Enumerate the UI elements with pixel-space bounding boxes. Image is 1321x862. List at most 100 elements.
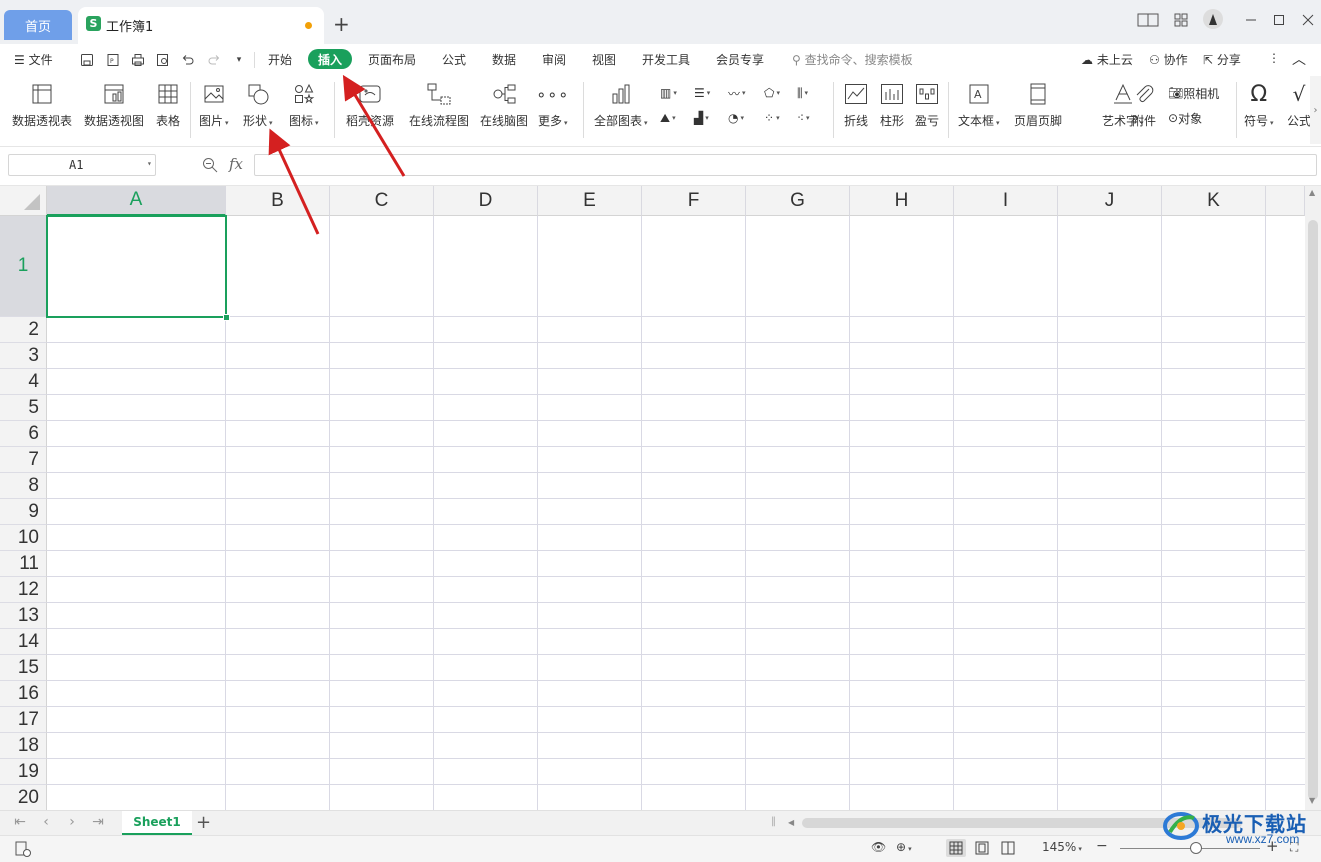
stock-chart-dropdown[interactable]: ⫼ ▾ — [797, 82, 808, 104]
zoom-out-button[interactable]: − — [1096, 838, 1108, 854]
first-sheet-icon[interactable]: ⇤ — [10, 814, 30, 830]
vertical-scroll-thumb[interactable] — [1308, 220, 1318, 800]
row-header-15[interactable]: 15 — [0, 655, 47, 681]
row-header-14[interactable]: 14 — [0, 629, 47, 655]
pie-chart-dropdown[interactable]: ◔ ▾ — [728, 107, 744, 129]
menu-tab-formula[interactable]: 公式 — [442, 51, 466, 68]
formula-insert-button[interactable]: √ 公式 — [1288, 80, 1310, 129]
row-header-1[interactable]: 1 — [0, 216, 47, 317]
quick-access-dropdown-icon[interactable]: ▾ — [230, 51, 248, 69]
column-header-d[interactable]: D — [434, 186, 538, 216]
scatter-chart-dropdown[interactable]: ⁘ ▾ — [764, 107, 780, 129]
fill-handle[interactable] — [223, 314, 230, 321]
row-header-8[interactable]: 8 — [0, 473, 47, 499]
row-header-12[interactable]: 12 — [0, 577, 47, 603]
add-sheet-button[interactable]: + — [196, 812, 211, 833]
row-header-7[interactable]: 7 — [0, 447, 47, 473]
page-layout-view-icon[interactable] — [972, 839, 992, 857]
menu-tab-page-layout[interactable]: 页面布局 — [368, 51, 416, 68]
row-header-16[interactable]: 16 — [0, 681, 47, 707]
last-sheet-icon[interactable]: ⇥ — [88, 814, 108, 830]
row-header-17[interactable]: 17 — [0, 707, 47, 733]
column-chart-dropdown[interactable]: ▥ ▾ — [660, 82, 677, 104]
column-header-c[interactable]: C — [330, 186, 434, 216]
save-icon[interactable] — [78, 51, 96, 69]
redo-icon[interactable] — [205, 51, 223, 69]
print-preview-icon[interactable] — [154, 51, 172, 69]
column-header-a[interactable]: A — [47, 186, 226, 216]
flowchart-button[interactable]: 在线流程图 — [409, 80, 469, 129]
menu-tab-developer[interactable]: 开发工具 — [642, 51, 690, 68]
zoom-search-icon[interactable] — [202, 157, 218, 173]
column-header-g[interactable]: G — [746, 186, 850, 216]
command-search[interactable]: ⚲ 查找命令、搜索模板 — [792, 51, 913, 68]
row-header-5[interactable]: 5 — [0, 395, 47, 421]
row-header-2[interactable]: 2 — [0, 317, 47, 343]
macro-record-icon[interactable] — [14, 840, 32, 861]
table-button[interactable]: 表格 — [154, 80, 182, 129]
picture-button[interactable]: 图片 ▾ — [199, 80, 229, 129]
active-cell[interactable] — [46, 215, 227, 318]
menu-tab-review[interactable]: 审阅 — [542, 51, 566, 68]
close-icon[interactable] — [1297, 10, 1319, 30]
input-method-icon[interactable]: ⊕ ▾ — [896, 840, 912, 854]
formula-input[interactable] — [254, 154, 1317, 176]
column-header-j[interactable]: J — [1058, 186, 1162, 216]
document-tab[interactable]: S 工作簿1 — [78, 7, 324, 44]
new-tab-button[interactable]: + — [333, 12, 350, 36]
column-header-b[interactable]: B — [226, 186, 330, 216]
textbox-button[interactable]: A 文本框 ▾ — [958, 80, 1000, 129]
column-header-k[interactable]: K — [1162, 186, 1266, 216]
column-header-f[interactable]: F — [642, 186, 746, 216]
symbol-button[interactable]: Ω 符号 ▾ — [1244, 80, 1274, 129]
scroll-down-icon[interactable]: ▼ — [1309, 796, 1315, 805]
column-header-e[interactable]: E — [538, 186, 642, 216]
pivot-table-button[interactable]: 数据透视表 — [12, 80, 72, 129]
area-chart-dropdown[interactable]: ⛰ ▾ — [660, 107, 676, 129]
row-header-20[interactable]: 20 — [0, 785, 47, 810]
more-button[interactable]: ∘∘∘ 更多 ▾ — [536, 80, 568, 129]
bar-chart-dropdown[interactable]: ☰ ▾ — [694, 82, 710, 104]
all-charts-button[interactable]: 全部图表 ▾ — [594, 80, 648, 129]
shape-button[interactable]: 形状 ▾ — [243, 80, 273, 129]
row-header-11[interactable]: 11 — [0, 551, 47, 577]
home-tab[interactable]: 首页 — [4, 10, 72, 40]
sheet-tab[interactable]: Sheet1 — [122, 811, 192, 835]
scroll-left-icon[interactable]: ◀ — [788, 818, 794, 827]
sparkline-column-button[interactable]: 柱形 — [878, 80, 906, 129]
row-header-13[interactable]: 13 — [0, 603, 47, 629]
pivot-chart-button[interactable]: 数据透视图 — [84, 80, 144, 129]
menu-tab-data[interactable]: 数据 — [492, 51, 516, 68]
row-header-19[interactable]: 19 — [0, 759, 47, 785]
row-header-10[interactable]: 10 — [0, 525, 47, 551]
row-header-3[interactable]: 3 — [0, 343, 47, 369]
split-handle-icon[interactable]: ‖ — [771, 816, 776, 827]
avatar[interactable] — [1203, 9, 1223, 29]
row-header-6[interactable]: 6 — [0, 421, 47, 447]
object-button[interactable]: ⊙ 对象 — [1168, 107, 1202, 129]
undo-icon[interactable] — [179, 51, 197, 69]
menu-tab-member[interactable]: 会员专享 — [716, 51, 764, 68]
zoom-level[interactable]: 145% ▾ — [1042, 840, 1082, 854]
column-header-i[interactable]: I — [954, 186, 1058, 216]
export-pdf-icon[interactable]: P — [104, 51, 122, 69]
column-header-h[interactable]: H — [850, 186, 954, 216]
insert-function-button[interactable]: fx — [229, 155, 243, 173]
attachment-button[interactable]: 附件 — [1130, 80, 1158, 129]
file-menu[interactable]: ☰ 文件 — [14, 51, 53, 68]
menu-tab-view[interactable]: 视图 — [592, 51, 616, 68]
print-icon[interactable] — [129, 51, 147, 69]
collapse-ribbon-icon[interactable]: ︿ — [1292, 49, 1306, 69]
row-header-4[interactable]: 4 — [0, 369, 47, 395]
header-footer-button[interactable]: 页眉页脚 — [1014, 80, 1062, 129]
docer-resources-button[interactable]: 稻壳资源 — [346, 80, 394, 129]
page-break-view-icon[interactable] — [998, 839, 1018, 857]
sparkline-line-button[interactable]: 折线 — [842, 80, 870, 129]
collaborate-button[interactable]: ⚇ 协作 — [1149, 51, 1188, 68]
share-button[interactable]: ⇱ 分享 — [1203, 51, 1241, 68]
vertical-scrollbar[interactable]: ▲ ▼ — [1305, 186, 1321, 810]
normal-view-icon[interactable] — [946, 839, 966, 857]
spreadsheet-grid[interactable]: ABCDEFGHIJK 1 2 3 4 5 6 7 8 9 10 11 12 13 14 15 16 17 18 1… — [0, 186, 1305, 810]
combo-chart-dropdown[interactable]: ▟ ▾ — [694, 107, 709, 129]
radar-chart-dropdown[interactable]: ⬠ ▾ — [764, 82, 780, 104]
